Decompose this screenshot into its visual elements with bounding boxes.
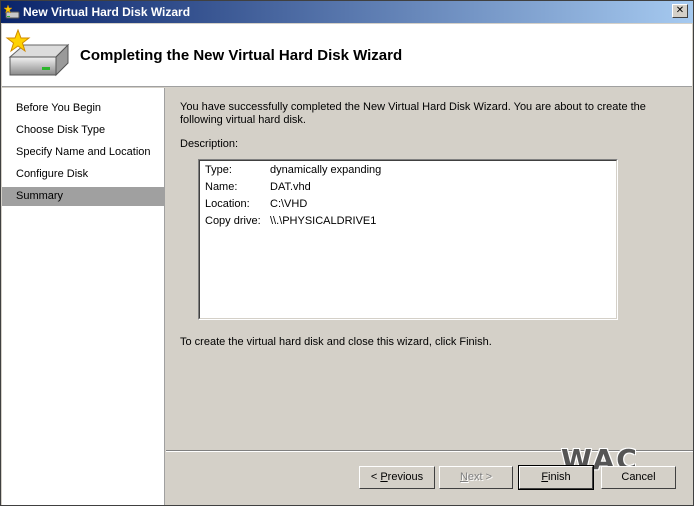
finish-label-rest: inish xyxy=(548,471,571,483)
window-title: New Virtual Hard Disk Wizard xyxy=(23,5,191,19)
description-value: C:\VHD xyxy=(270,198,308,210)
step-configure-disk[interactable]: Configure Disk xyxy=(2,165,164,184)
wizard-header: Completing the New Virtual Hard Disk Wiz… xyxy=(2,24,692,87)
previous-mnemonic: P xyxy=(380,471,388,483)
step-specify-name-location[interactable]: Specify Name and Location xyxy=(2,143,164,162)
previous-button[interactable]: < Previous xyxy=(359,466,435,489)
finish-instruction-text: To create the virtual hard disk and clos… xyxy=(180,336,492,348)
description-label: Description: xyxy=(180,138,239,150)
wizard-content: You have successfully completed the New … xyxy=(166,88,693,450)
description-key: Type: xyxy=(205,164,232,176)
hard-disk-star-icon xyxy=(5,29,70,77)
description-value: DAT.vhd xyxy=(270,181,311,193)
next-button[interactable]: Next > xyxy=(439,466,513,489)
wizard-window: New Virtual Hard Disk Wizard ✕ Completin… xyxy=(0,0,694,506)
step-choose-disk-type[interactable]: Choose Disk Type xyxy=(2,121,164,140)
step-summary[interactable]: Summary xyxy=(2,187,164,206)
description-value: \\.\PHYSICALDRIVE1 xyxy=(270,215,377,227)
close-icon: ✕ xyxy=(675,5,685,16)
description-key: Location: xyxy=(205,198,250,210)
title-bar[interactable]: New Virtual Hard Disk Wizard ✕ xyxy=(1,1,693,23)
previous-prefix: < xyxy=(370,471,381,483)
description-key: Name: xyxy=(205,181,238,193)
cancel-label: Cancel xyxy=(621,471,656,483)
summary-intro-text: You have successfully completed the New … xyxy=(180,101,646,126)
previous-label-rest: revious xyxy=(387,471,424,483)
next-label-rest: ext > xyxy=(467,471,493,483)
step-before-you-begin[interactable]: Before You Begin xyxy=(2,99,164,118)
wizard-steps: Before You Begin Choose Disk Type Specif… xyxy=(2,88,165,505)
page-title: Completing the New Virtual Hard Disk Wiz… xyxy=(80,47,403,64)
disk-star-icon xyxy=(4,4,20,19)
description-key: Copy drive: xyxy=(205,215,261,227)
description-box[interactable]: Type: dynamically expanding Name: DAT.vh… xyxy=(198,159,618,320)
finish-button[interactable]: Finish xyxy=(518,465,594,490)
next-mnemonic: N xyxy=(459,471,468,483)
description-value: dynamically expanding xyxy=(270,164,382,176)
cancel-button[interactable]: Cancel xyxy=(601,466,676,489)
close-button[interactable]: ✕ xyxy=(672,4,688,18)
